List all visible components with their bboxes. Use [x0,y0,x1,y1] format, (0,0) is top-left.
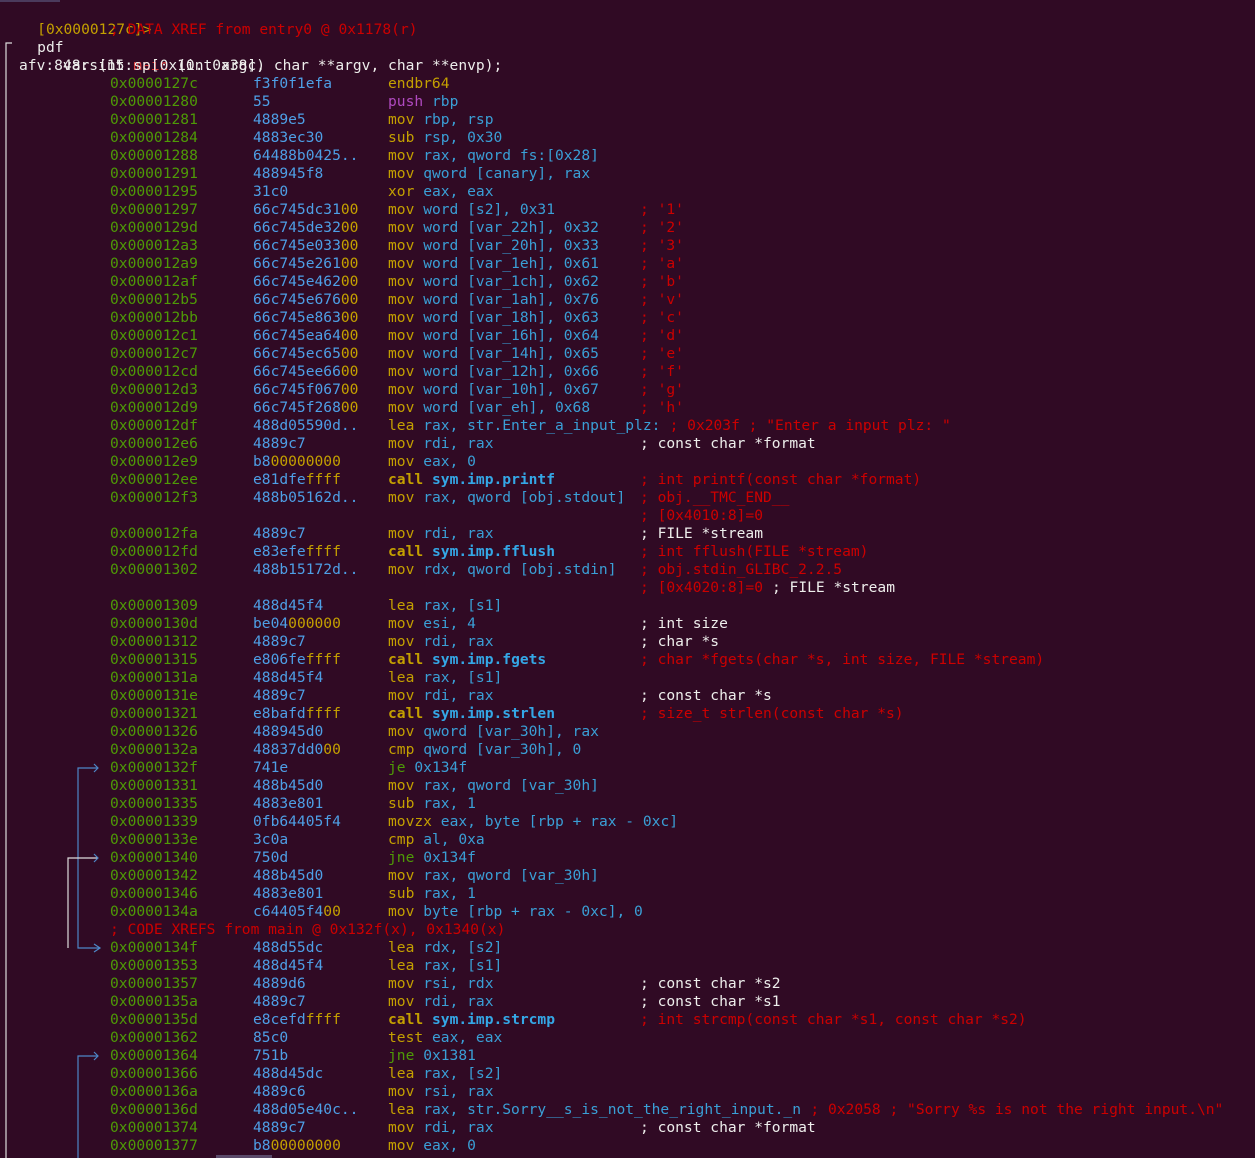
function-bracket-line [5,42,12,1158]
jne2-arrow-line [77,1055,98,1158]
jump-arrows [5,42,102,1158]
jne-arrow-line [67,857,98,948]
terminal-window: [0x0000127c]> pdf ; DATA XREF from entry… [0,0,1255,1158]
